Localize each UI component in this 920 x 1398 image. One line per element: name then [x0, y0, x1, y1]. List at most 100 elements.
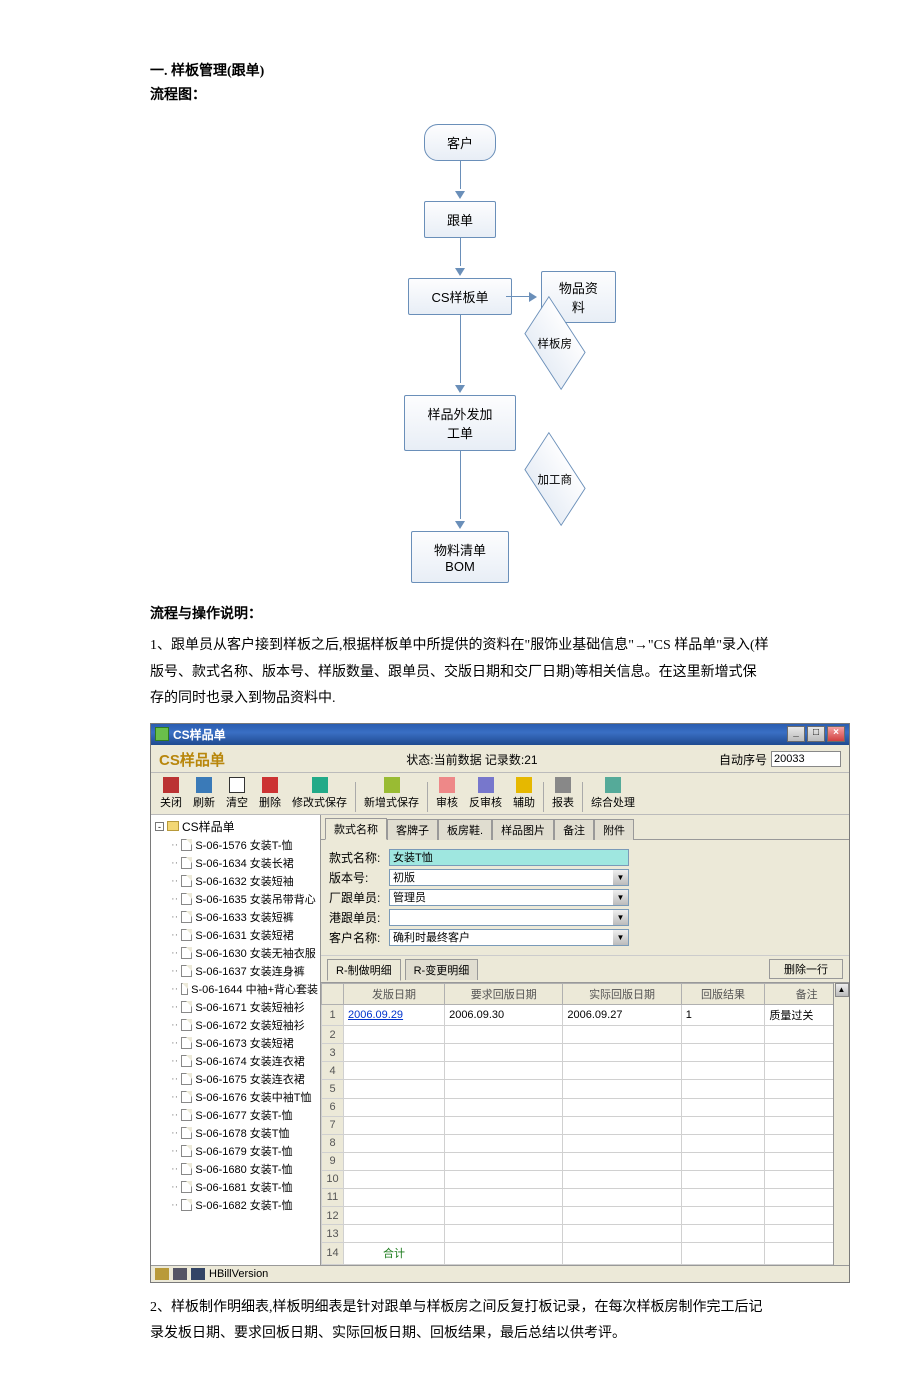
tree-item[interactable]: ··S-06-1672 女装短袖衫 [153, 1016, 318, 1034]
tree-item[interactable]: ··S-06-1635 女装吊带背心 [153, 890, 318, 908]
delete-row-button[interactable]: 删除一行 [769, 959, 843, 979]
tree-root-label[interactable]: CS样品单 [182, 818, 235, 835]
tree-item[interactable]: ··S-06-1673 女装短裙 [153, 1034, 318, 1052]
statusbar-text: HBillVersion [209, 1268, 268, 1280]
status-icon-1[interactable] [155, 1268, 169, 1280]
subtab-change-detail[interactable]: R-变更明细 [405, 959, 479, 980]
chevron-down-icon[interactable]: ▼ [613, 869, 629, 886]
flow-node-bom: 物料清单BOM [411, 531, 509, 583]
tree-item[interactable]: ··S-06-1681 女装T-恤 [153, 1178, 318, 1196]
status-icon-2[interactable] [173, 1268, 187, 1280]
tree-item[interactable]: ··S-06-1676 女装中袖T恤 [153, 1088, 318, 1106]
combo-hk-follower[interactable] [389, 909, 629, 926]
tree-item[interactable]: ··S-06-1674 女装连衣裙 [153, 1052, 318, 1070]
combo-customer[interactable] [389, 929, 629, 946]
tb-close[interactable]: 关闭 [155, 775, 187, 812]
file-icon [181, 1181, 192, 1193]
auto-no-input[interactable] [771, 751, 841, 767]
subtab-make-detail[interactable]: R-制做明细 [327, 959, 401, 981]
input-style-name[interactable] [389, 849, 629, 866]
tb-refresh[interactable]: 刷新 [188, 775, 220, 812]
tree-item[interactable]: ··S-06-1576 女装T-恤 [153, 836, 318, 854]
col-actual-date[interactable]: 实际回版日期 [563, 983, 681, 1004]
tb-save-modify[interactable]: 修改式保存 [287, 775, 352, 812]
tree-item[interactable]: ··S-06-1634 女装长裙 [153, 854, 318, 872]
tab-style-name[interactable]: 款式名称 [325, 818, 387, 840]
minimize-button[interactable]: _ [787, 726, 805, 742]
file-icon [181, 929, 192, 941]
table-row[interactable]: 13 [322, 1225, 849, 1243]
combo-version[interactable] [389, 869, 629, 886]
tree-item[interactable]: ··S-06-1632 女装短袖 [153, 872, 318, 890]
explain-label: 流程与操作说明： [150, 603, 770, 623]
flow-node-outsource: 样品外发加工单 [404, 395, 515, 451]
tb-delete[interactable]: 删除 [254, 775, 286, 812]
file-icon [181, 857, 192, 869]
table-row[interactable]: 4 [322, 1062, 849, 1080]
col-require-date[interactable]: 要求回版日期 [445, 983, 563, 1004]
close-button[interactable]: × [827, 726, 845, 742]
tb-clear[interactable]: 清空 [221, 775, 253, 812]
save-icon [312, 777, 328, 793]
col-issue-date[interactable]: 发版日期 [344, 983, 445, 1004]
detail-grid[interactable]: 发版日期 要求回版日期 实际回版日期 回版结果 备注 12006.09.2920… [321, 982, 849, 1265]
table-row[interactable]: 9 [322, 1152, 849, 1170]
tree-item[interactable]: ··S-06-1671 女装短袖衫 [153, 998, 318, 1016]
table-row[interactable]: 2 [322, 1026, 849, 1044]
tab-customer-brand[interactable]: 客牌子 [387, 819, 438, 840]
auto-no-label: 自动序号 [719, 751, 767, 768]
tree-item[interactable]: ··S-06-1679 女装T-恤 [153, 1142, 318, 1160]
col-result[interactable]: 回版结果 [681, 983, 765, 1004]
combo-factory-follower[interactable] [389, 889, 629, 906]
table-row[interactable]: 12 [322, 1207, 849, 1225]
tree-item[interactable]: ··S-06-1675 女装连衣裙 [153, 1070, 318, 1088]
label-factory-follower: 厂跟单员: [329, 889, 389, 906]
tree-pane[interactable]: - CS样品单 ··S-06-1576 女装T-恤··S-06-1634 女装长… [151, 815, 321, 1265]
tb-unaudit[interactable]: 反审核 [464, 775, 507, 812]
chevron-down-icon[interactable]: ▼ [613, 889, 629, 906]
status-text: 状态:当前数据 记录数:21 [225, 751, 719, 768]
maximize-button[interactable]: □ [807, 726, 825, 742]
table-row[interactable]: 14合计 [322, 1243, 849, 1265]
tree-item[interactable]: ··S-06-1682 女装T-恤 [153, 1196, 318, 1214]
scroll-up-icon[interactable]: ▲ [835, 983, 849, 997]
table-row[interactable]: 8 [322, 1134, 849, 1152]
table-row[interactable]: 3 [322, 1044, 849, 1062]
chevron-down-icon[interactable]: ▼ [613, 909, 629, 926]
table-row[interactable]: 12006.09.292006.09.302006.09.271质量过关 [322, 1004, 849, 1025]
tb-audit[interactable]: 审核 [431, 775, 463, 812]
tree-item[interactable]: ··S-06-1644 中袖+背心套装 [153, 980, 318, 998]
file-icon [181, 893, 192, 905]
tree-item[interactable]: ··S-06-1631 女装短裙 [153, 926, 318, 944]
tree-item[interactable]: ··S-06-1677 女装T-恤 [153, 1106, 318, 1124]
table-row[interactable]: 10 [322, 1170, 849, 1188]
chevron-down-icon[interactable]: ▼ [613, 929, 629, 946]
label-style-name: 款式名称: [329, 849, 389, 866]
tree-item[interactable]: ··S-06-1678 女装T恤 [153, 1124, 318, 1142]
tab-remark[interactable]: 备注 [554, 819, 594, 840]
tree-item[interactable]: ··S-06-1680 女装T-恤 [153, 1160, 318, 1178]
tree-item[interactable]: ··S-06-1637 女装连身裤 [153, 962, 318, 980]
tree-item[interactable]: ··S-06-1630 女装无袖衣服 [153, 944, 318, 962]
tree-collapse-icon[interactable]: - [155, 822, 164, 831]
table-row[interactable]: 5 [322, 1080, 849, 1098]
tb-report[interactable]: 报表 [547, 775, 579, 812]
section-heading: 一. 样板管理(跟单) [150, 60, 770, 80]
tab-room[interactable]: 板房鞋. [438, 819, 492, 840]
tab-attach[interactable]: 附件 [594, 819, 634, 840]
tab-image[interactable]: 样品图片 [492, 819, 554, 840]
grid-scrollbar[interactable]: ▲ [833, 983, 849, 1265]
combo-icon [605, 777, 621, 793]
table-row[interactable]: 6 [322, 1098, 849, 1116]
file-icon [181, 1163, 192, 1175]
tb-save-new[interactable]: 新增式保存 [359, 775, 424, 812]
table-row[interactable]: 7 [322, 1116, 849, 1134]
status-icon-3[interactable] [191, 1268, 205, 1280]
table-row[interactable]: 11 [322, 1188, 849, 1206]
window-title: CS样品单 [173, 726, 226, 743]
toolbar: 关闭 刷新 清空 删除 修改式保存 新增式保存 审核 反审核 辅助 报表 综合处… [151, 772, 849, 815]
tb-help[interactable]: 辅助 [508, 775, 540, 812]
tree-item[interactable]: ··S-06-1633 女装短裤 [153, 908, 318, 926]
tb-combo[interactable]: 综合处理 [586, 775, 640, 812]
file-icon [181, 839, 192, 851]
